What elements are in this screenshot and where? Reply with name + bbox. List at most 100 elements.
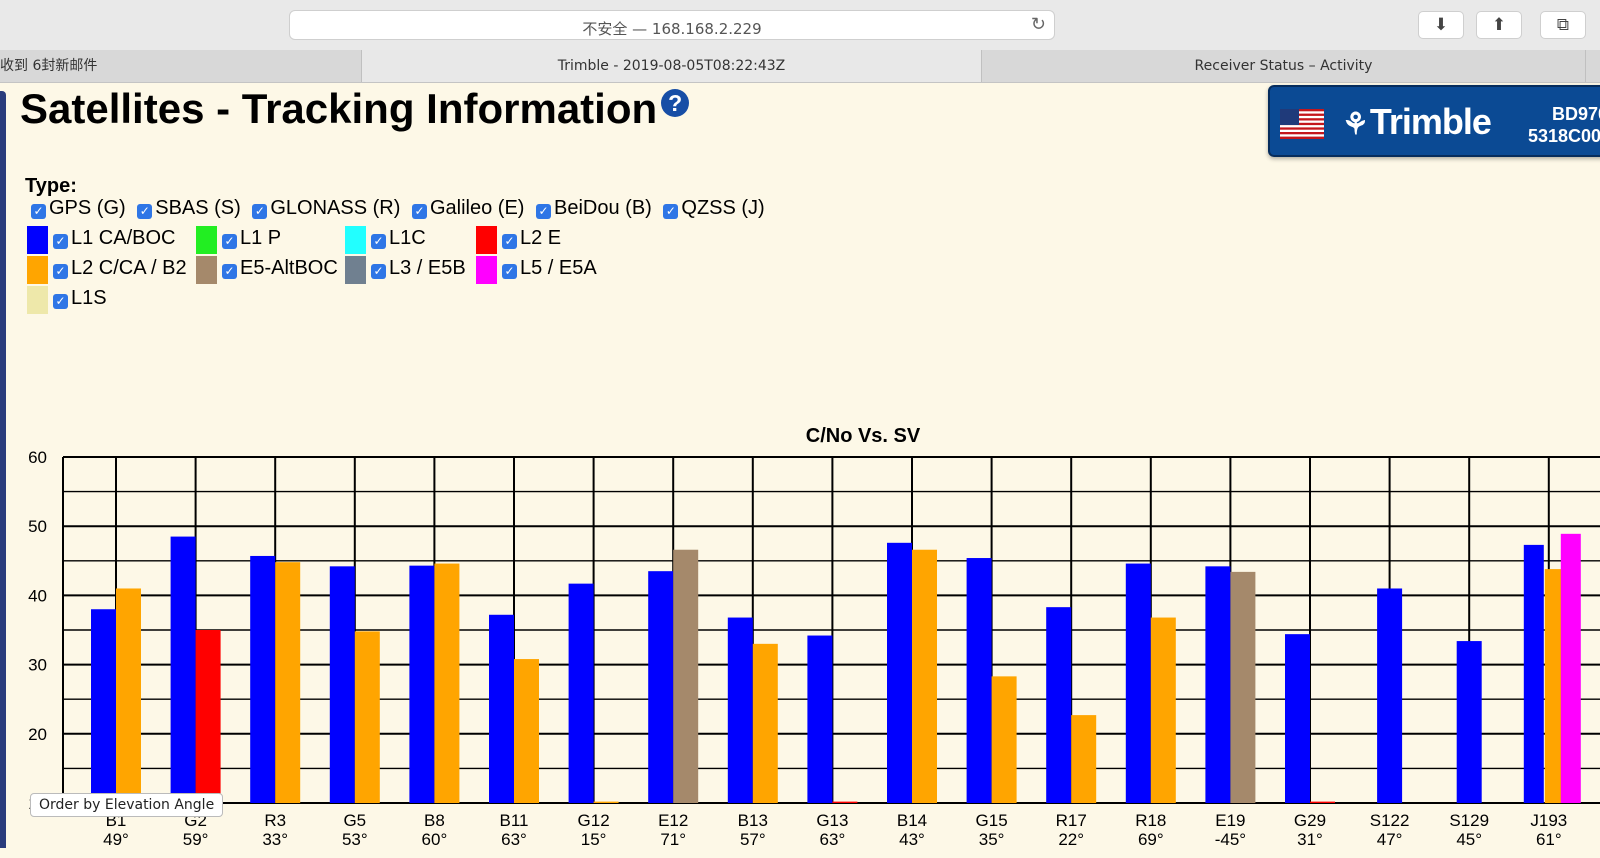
x-tick-label: G13 xyxy=(816,811,848,830)
signal-label: L5 / E5A xyxy=(520,257,597,279)
checkbox-icon[interactable]: ✓ xyxy=(222,264,237,279)
x-tick-label: J193 xyxy=(1530,811,1567,830)
tabs-overview-icon[interactable]: ⧉ xyxy=(1540,11,1586,39)
bar-g29-l1-ca-boc xyxy=(1285,634,1310,803)
signal-swatch xyxy=(27,256,48,284)
x-tick-label: S122 xyxy=(1370,811,1410,830)
checkbox-icon[interactable]: ✓ xyxy=(371,264,386,279)
y-tick-label: 20 xyxy=(28,725,47,744)
us-flag-icon xyxy=(1280,109,1324,139)
bar-e12-e5-altboc xyxy=(673,549,699,803)
bar-e12-l1-ca-boc xyxy=(648,571,674,803)
x-tick-label: G12 xyxy=(578,811,610,830)
signal-swatch xyxy=(476,256,497,284)
tab-trimble[interactable]: Trimble - 2019-08-05T08:22:43Z xyxy=(362,50,982,82)
checkbox-icon[interactable]: ✓ xyxy=(411,204,427,219)
bar-g5-l1-ca-boc xyxy=(329,566,355,803)
signal-filter-item[interactable]: ✓ L2 E xyxy=(502,227,561,250)
signal-swatch xyxy=(345,226,366,254)
signal-filter-item[interactable]: ✓ L1S xyxy=(53,287,107,310)
receiver-serial: 5318C00362 xyxy=(1528,126,1600,146)
signal-label: L3 / E5B xyxy=(389,257,466,279)
elevation-label: 15° xyxy=(581,830,607,849)
receiver-model-name: BD970 xyxy=(1552,104,1600,124)
bar-r17-l2-c-ca-b2 xyxy=(1071,715,1097,803)
constellation-filter-sbas[interactable]: ✓ SBAS (S) xyxy=(137,197,241,219)
reload-icon[interactable]: ↻ xyxy=(1031,14,1046,35)
trimble-logo-badge: ⚘Trimble BD970 5318C00362 xyxy=(1268,85,1600,157)
constellation-filter-gps[interactable]: ✓ GPS (G) xyxy=(31,197,126,219)
signal-filter-item[interactable]: ✓ E5-AltBOC xyxy=(222,257,338,280)
x-tick-label: G15 xyxy=(976,811,1008,830)
constellation-filter-beidou[interactable]: ✓ BeiDou (B) xyxy=(536,197,652,219)
checkbox-icon[interactable]: ✓ xyxy=(502,264,517,279)
bar-g15-l1-ca-boc xyxy=(966,558,992,803)
chart-title: C/No Vs. SV xyxy=(806,425,921,447)
elevation-label: 35° xyxy=(979,830,1005,849)
checkbox-icon[interactable]: ✓ xyxy=(502,234,517,249)
signal-swatch xyxy=(27,286,48,314)
type-label: Type: xyxy=(25,175,77,197)
bar-s129-l1-ca-boc xyxy=(1456,641,1482,803)
bar-g12-l2-c-ca-b2 xyxy=(593,801,619,803)
checkbox-icon[interactable]: ✓ xyxy=(371,234,386,249)
x-tick-label: G5 xyxy=(343,811,366,830)
signal-label: L1C xyxy=(389,227,426,249)
checkbox-icon[interactable]: ✓ xyxy=(31,204,46,219)
signal-filter-item[interactable]: ✓ L1 P xyxy=(222,227,281,250)
y-tick-label: 30 xyxy=(28,656,47,675)
browser-toolbar: 不安全 — 168.168.2.229 ↻ ⬇ ⬆ ⧉ xyxy=(0,0,1600,51)
checkbox-icon[interactable]: ✓ xyxy=(53,234,68,249)
page-title: Satellites - Tracking Information? xyxy=(20,85,690,133)
bar-g5-l2-c-ca-b2 xyxy=(354,631,380,803)
elevation-label: 57° xyxy=(740,830,766,849)
share-icon[interactable]: ⬆ xyxy=(1476,11,1522,39)
page-content: Satellites - Tracking Information? ⚘Trim… xyxy=(0,83,1600,849)
elevation-label: 60° xyxy=(422,830,448,849)
tab-mail[interactable]: 收到 6封新邮件 xyxy=(0,50,362,82)
checkbox-icon[interactable]: ✓ xyxy=(663,204,679,219)
signal-filter-item[interactable]: ✓ L1 CA/BOC xyxy=(53,227,175,250)
download-icon[interactable]: ⬇ xyxy=(1418,11,1464,39)
signal-label: L1S xyxy=(71,287,107,309)
elevation-label: 53° xyxy=(342,830,368,849)
tab-receiver-status[interactable]: Receiver Status – Activity xyxy=(982,50,1586,82)
constellation-filter-galileo[interactable]: ✓ Galileo (E) xyxy=(411,197,524,219)
constellation-filter-qzss[interactable]: ✓ QZSS (J) xyxy=(663,197,765,219)
x-tick-label: G29 xyxy=(1294,811,1326,830)
checkbox-icon[interactable]: ✓ xyxy=(536,204,552,219)
x-tick-label: B11 xyxy=(500,811,529,830)
elevation-label: 22° xyxy=(1058,830,1084,849)
constellation-filter-glonass[interactable]: ✓ GLONASS (R) xyxy=(252,197,400,219)
signal-swatch xyxy=(196,226,217,254)
checkbox-icon[interactable]: ✓ xyxy=(53,294,68,309)
checkbox-icon[interactable]: ✓ xyxy=(53,264,68,279)
bar-b13-l1-ca-boc xyxy=(727,617,753,803)
order-by-elevation-button[interactable]: Order by Elevation Angle xyxy=(30,793,224,817)
signal-label: L1 CA/BOC xyxy=(71,227,176,249)
help-circle-icon[interactable]: ? xyxy=(661,89,690,117)
y-tick-label: 60 xyxy=(28,448,47,467)
bar-b1-l2-c-ca-b2 xyxy=(116,588,141,803)
bar-e19-e5-altboc xyxy=(1230,571,1256,803)
elevation-label: 63° xyxy=(501,830,527,849)
checkbox-icon[interactable]: ✓ xyxy=(137,204,153,219)
page-title-text: Satellites - Tracking Information xyxy=(20,85,658,132)
signal-filter-item[interactable]: ✓ L1C xyxy=(371,227,426,250)
address-bar[interactable]: 不安全 — 168.168.2.229 ↻ xyxy=(289,10,1055,40)
trimble-globe-icon: ⚘ xyxy=(1342,108,1369,141)
checkbox-icon[interactable]: ✓ xyxy=(252,204,268,219)
checkbox-icon[interactable]: ✓ xyxy=(222,234,237,249)
x-tick-label: R17 xyxy=(1056,811,1087,830)
trimble-brand-text: Trimble xyxy=(1369,101,1492,142)
signal-filter-item[interactable]: ✓ L5 / E5A xyxy=(502,257,597,280)
bar-r18-l1-ca-boc xyxy=(1125,563,1151,803)
bar-b1-l1-ca-boc xyxy=(91,609,116,803)
x-tick-label: S129 xyxy=(1449,811,1489,830)
signal-filter-item[interactable]: ✓ L3 / E5B xyxy=(371,257,466,280)
signal-filter-item[interactable]: ✓ L2 C/CA / B2 xyxy=(53,257,187,280)
constellation-filters: ✓ GPS (G) ✓ SBAS (S) ✓ GLONASS (R) ✓ Galileo… xyxy=(31,197,765,220)
signal-swatch xyxy=(27,226,48,254)
signal-swatch xyxy=(345,256,366,284)
elevation-label: -45° xyxy=(1215,830,1246,849)
